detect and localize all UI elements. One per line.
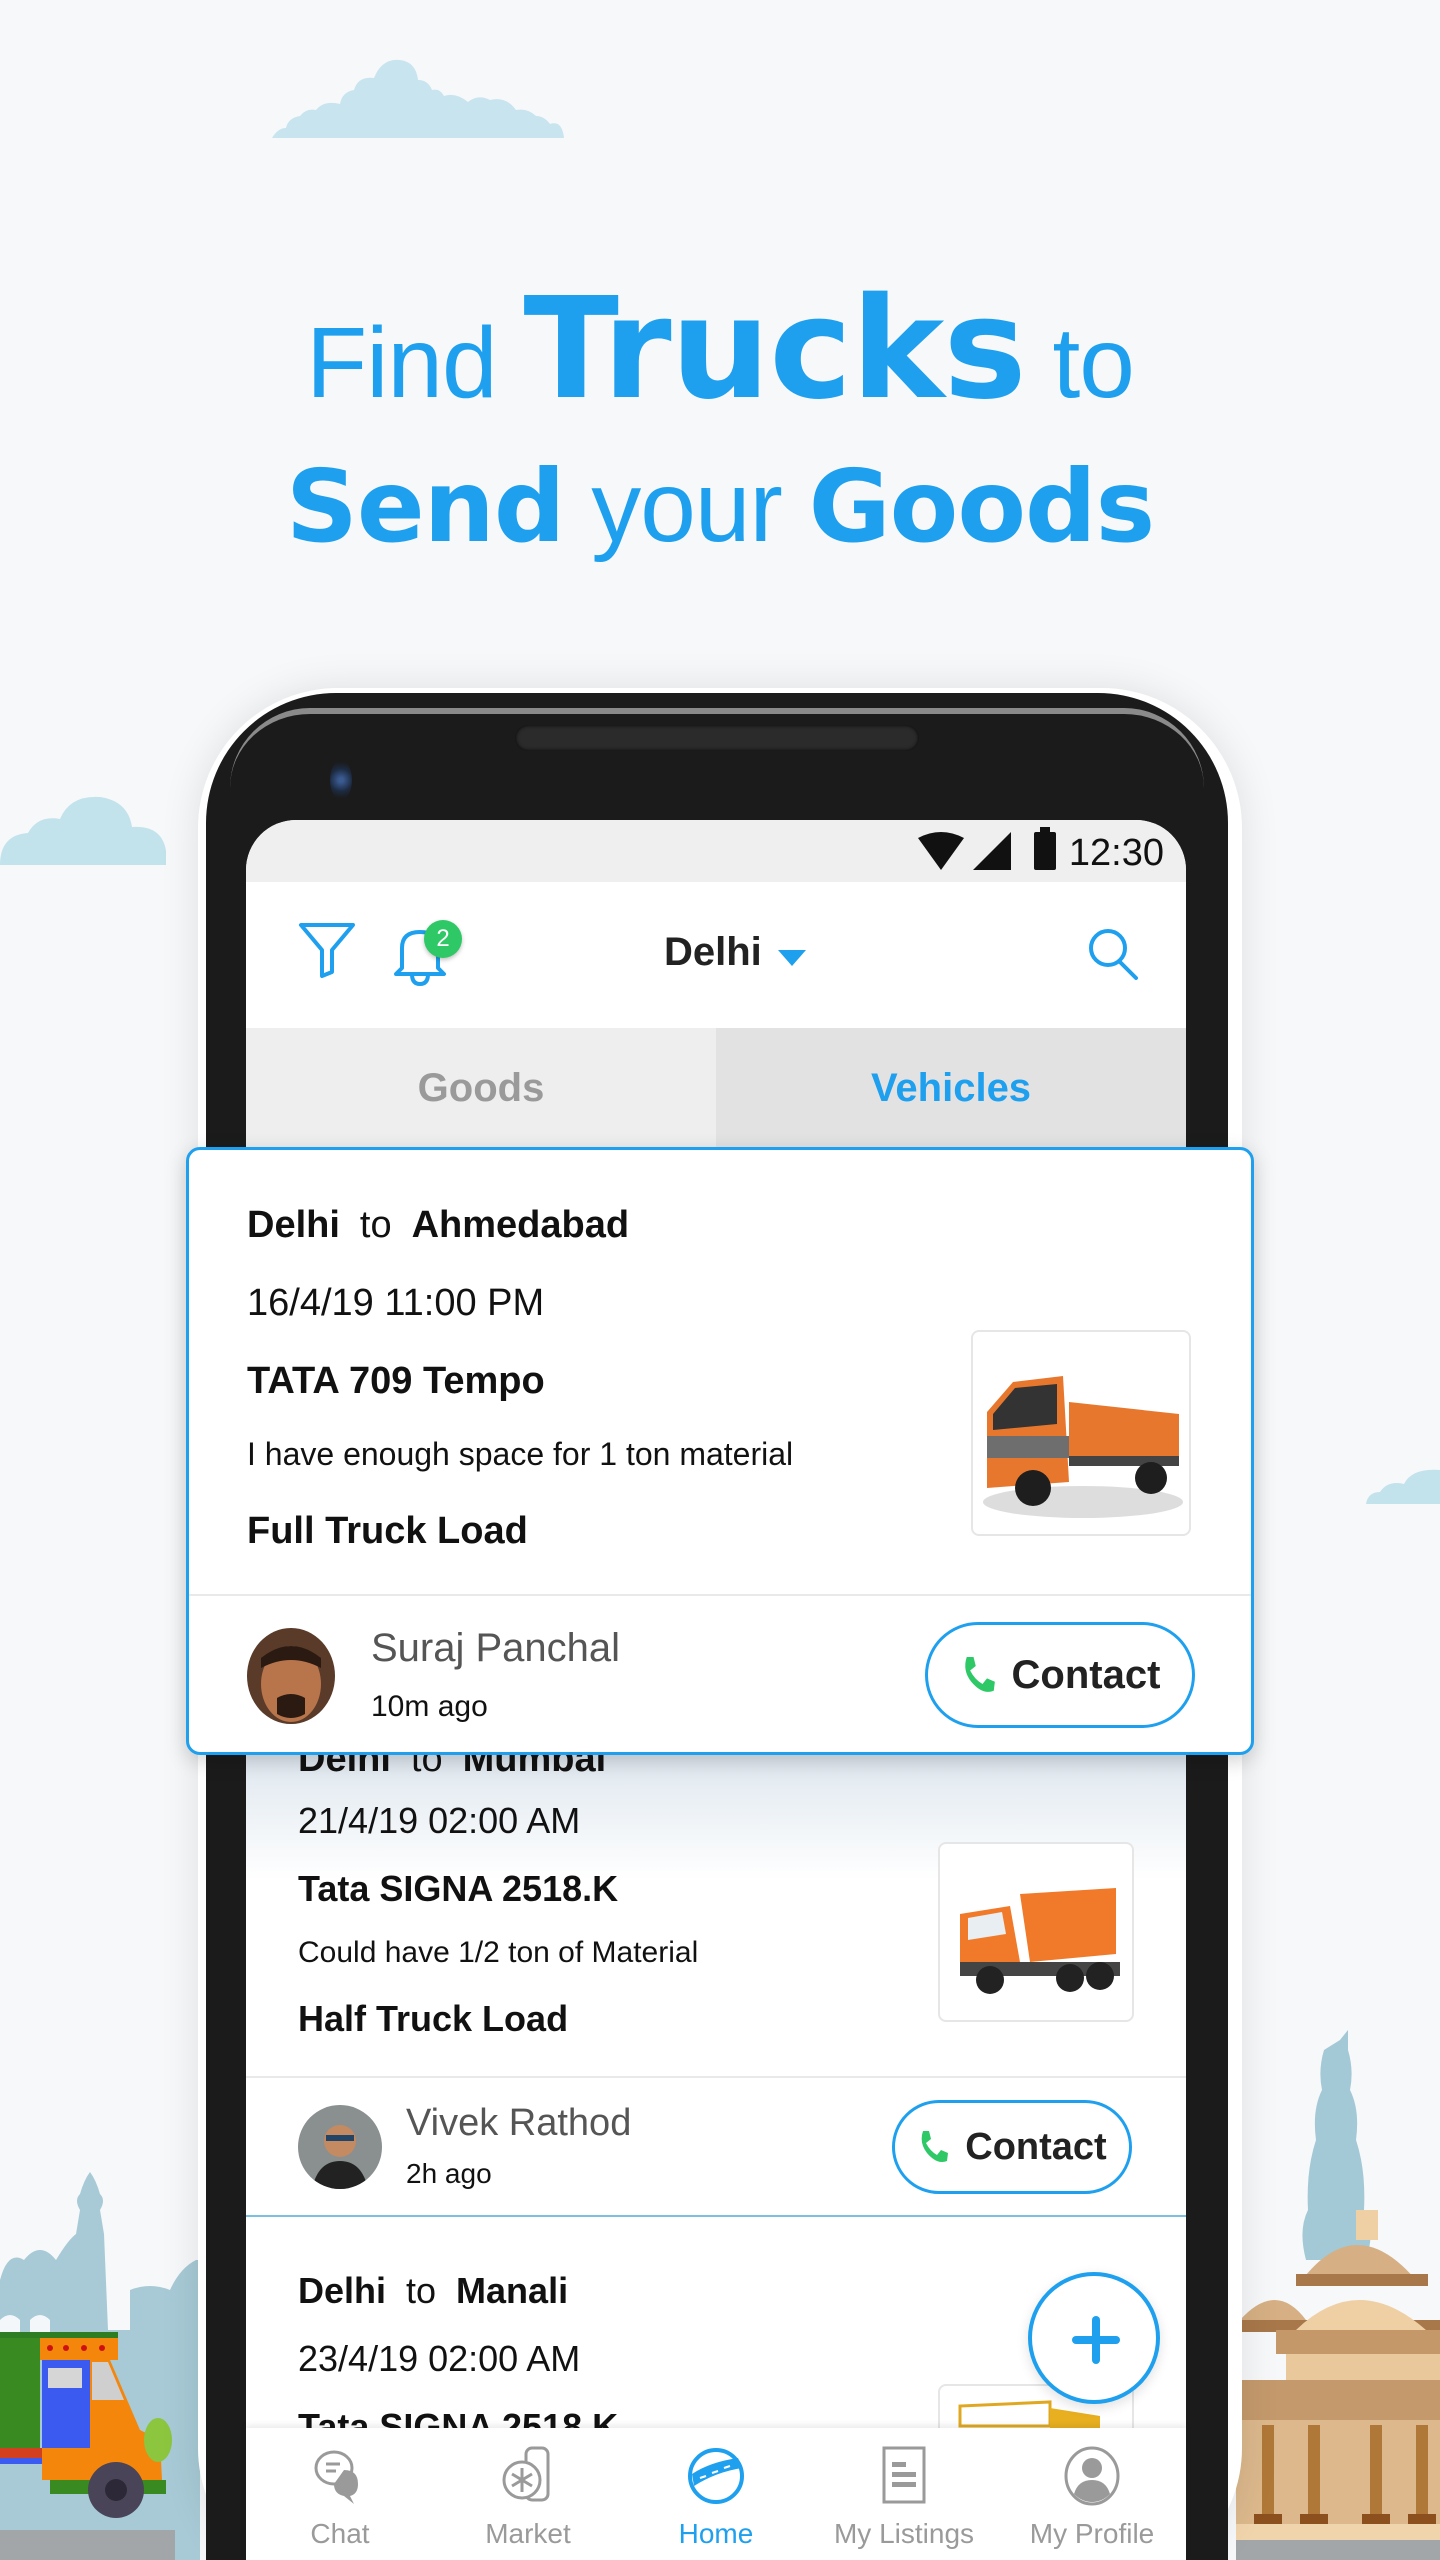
card-divider [246, 2076, 1186, 2078]
headline-find: Find [306, 307, 524, 419]
tab-bar: Goods Vehicles [246, 1028, 1186, 1148]
dump-truck-image [960, 1888, 1120, 1994]
phone-camera [330, 760, 352, 800]
featured-listing-card[interactable]: Delhi to Ahmedabad 16/4/19 11:00 PM TATA 7… [186, 1147, 1254, 1755]
contact-button[interactable]: Contact [925, 1622, 1195, 1728]
headline-line-1: Find Trucks to [0, 268, 1440, 431]
card-separator [246, 2215, 1186, 2217]
load-type: Half Truck Load [298, 1998, 569, 2039]
card-divider [189, 1594, 1251, 1596]
battery-icon [1034, 827, 1056, 870]
decorated-truck-illustration [0, 2332, 175, 2560]
contact-button[interactable]: Contact [892, 2100, 1132, 2194]
headline-line-2: Send your Goods [0, 448, 1440, 565]
phone-icon [921, 2131, 949, 2162]
nav-label: Market [485, 2518, 571, 2549]
listing-date: 23/4/19 02:00 AM [298, 2338, 581, 2379]
app-bar: 2 Delhi [246, 882, 1186, 1028]
listing-description: Could have 1/2 ton of Material [298, 1936, 699, 1969]
listing-description: I have enough space for 1 ton material [247, 1436, 794, 1472]
vehicle-thumbnail[interactable] [938, 1842, 1134, 2022]
listing-date: 21/4/19 02:00 AM [298, 1800, 581, 1841]
posted-time: 10m ago [371, 1690, 488, 1723]
load-type: Full Truck Load [247, 1510, 528, 1552]
contact-label: Contact [1011, 1652, 1161, 1697]
tempo-truck-image [983, 1376, 1183, 1518]
chat-icon [314, 2450, 358, 2504]
chevron-down-icon[interactable] [778, 950, 806, 966]
headline-goods: Goods [808, 448, 1156, 565]
nav-label: Chat [310, 2518, 370, 2549]
temple-skyline-right-illustration [1236, 2030, 1440, 2560]
bottom-navigation: Chat Market Home My Listings My Profile [246, 2428, 1186, 2560]
headline-to: to [1025, 307, 1134, 419]
cloud-illustration-top [272, 59, 564, 138]
wifi-icon [918, 832, 964, 870]
notification-badge: 2 [424, 920, 462, 958]
nav-home[interactable]: Home [622, 2428, 810, 2560]
owner-name: Suraj Panchal [371, 1626, 621, 1670]
status-time: 12:30 [1068, 832, 1164, 874]
route-text: Delhi to Ahmedabad [247, 1204, 630, 1246]
nav-my-profile[interactable]: My Profile [998, 2428, 1186, 2560]
nav-label: My Profile [1029, 2518, 1155, 2549]
nav-chat[interactable]: Chat [246, 2428, 434, 2560]
vehicle-thumbnail[interactable] [971, 1330, 1191, 1536]
vehicle-model: TATA 709 Tempo [247, 1360, 545, 1402]
avatar [247, 1628, 335, 1724]
posted-time: 2h ago [406, 2158, 492, 2189]
listing-date: 16/4/19 11:00 PM [247, 1282, 545, 1324]
nav-my-listings[interactable]: My Listings [810, 2428, 998, 2560]
owner-name: Vivek Rathod [406, 2102, 632, 2144]
filter-icon[interactable] [298, 922, 356, 980]
add-listing-button[interactable] [1028, 2272, 1160, 2404]
contact-label: Contact [965, 2125, 1107, 2168]
nav-label: Home [678, 2518, 754, 2549]
listings-icon [882, 2446, 926, 2504]
headline-your: your [564, 451, 809, 563]
signal-icon [973, 832, 1011, 870]
search-icon[interactable] [1086, 926, 1140, 982]
phone-speaker [515, 725, 919, 751]
avatar [298, 2105, 382, 2189]
profile-icon [1064, 2446, 1120, 2506]
tab-vehicles[interactable]: Vehicles [716, 1028, 1186, 1148]
home-road-icon [688, 2448, 744, 2504]
cloud-illustration-right [1366, 1469, 1440, 1504]
status-bar: 12:30 [246, 820, 1186, 882]
vehicle-model: Tata SIGNA 2518.K [298, 1868, 619, 1909]
cloud-illustration-left [0, 796, 166, 865]
nav-label: My Listings [833, 2518, 975, 2549]
city-selector[interactable]: Delhi [664, 930, 762, 975]
nav-market[interactable]: Market [434, 2428, 622, 2560]
market-icon [502, 2446, 550, 2502]
phone-icon [964, 1657, 995, 1692]
tab-goods[interactable]: Goods [246, 1028, 716, 1148]
headline-trucks: Trucks [523, 268, 1026, 431]
headline-send: Send [285, 448, 566, 565]
route-text: Delhi to Manali [298, 2270, 569, 2311]
